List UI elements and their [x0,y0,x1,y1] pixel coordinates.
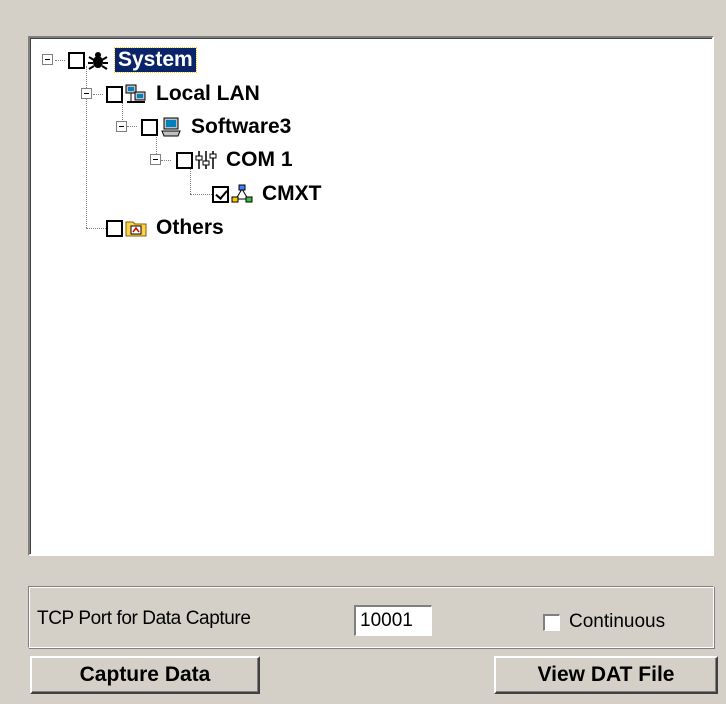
collapse-software3-toggle[interactable] [116,121,127,132]
device-tree-view[interactable]: System Local LAN Software3 COM 1 CMXT Ot… [28,36,714,556]
collapse-com1-toggle[interactable] [150,154,161,165]
tree-connector [93,94,103,95]
tree-node-label: Local LAN [156,82,260,105]
tree-connector [190,194,212,195]
tree-node-software3[interactable]: Software3 [141,112,294,142]
continuous-label: Continuous [569,611,666,632]
tcp-port-input[interactable] [354,605,432,636]
continuous-checkbox-box[interactable] [543,613,560,631]
local-lan-checkbox[interactable] [106,85,123,103]
continuous-checkbox[interactable]: Continuous [543,611,665,633]
tree-node-system[interactable]: System [68,45,197,75]
cmxt-checkbox[interactable] [212,185,229,203]
com1-checkbox[interactable] [176,151,193,169]
folder-icon [125,221,147,237]
tree-node-com1[interactable]: COM 1 [176,145,296,175]
system-checkbox[interactable] [68,51,85,69]
tree-node-label: COM 1 [226,148,293,171]
tree-node-label: System [114,47,197,73]
network-topology-icon [231,184,253,203]
tree-connector [127,126,137,127]
collapse-local-lan-toggle[interactable] [81,88,92,99]
tree-connector [161,160,171,161]
tree-node-cmxt[interactable]: CMXT [212,179,325,209]
tree-node-label: Software3 [191,115,292,138]
network-computers-icon [125,84,146,103]
tcp-port-label: TCP Port for Data Capture [37,608,251,629]
collapse-system-toggle[interactable] [42,54,53,65]
capture-data-button[interactable]: Capture Data [30,656,260,694]
capture-settings-group: TCP Port for Data Capture Continuous [28,586,714,648]
bug-icon [88,52,108,70]
computer-icon [161,117,181,137]
serial-port-icon [195,151,217,169]
tree-node-label: Others [156,216,224,239]
tree-node-local-lan[interactable]: Local LAN [106,79,263,109]
others-checkbox[interactable] [106,219,123,237]
tree-connector [55,60,65,61]
tree-connector [86,228,108,229]
tree-node-others[interactable]: Others [106,213,227,243]
view-dat-file-button[interactable]: View DAT File [494,656,718,694]
software3-checkbox[interactable] [141,118,158,136]
tree-node-label: CMXT [262,182,322,205]
